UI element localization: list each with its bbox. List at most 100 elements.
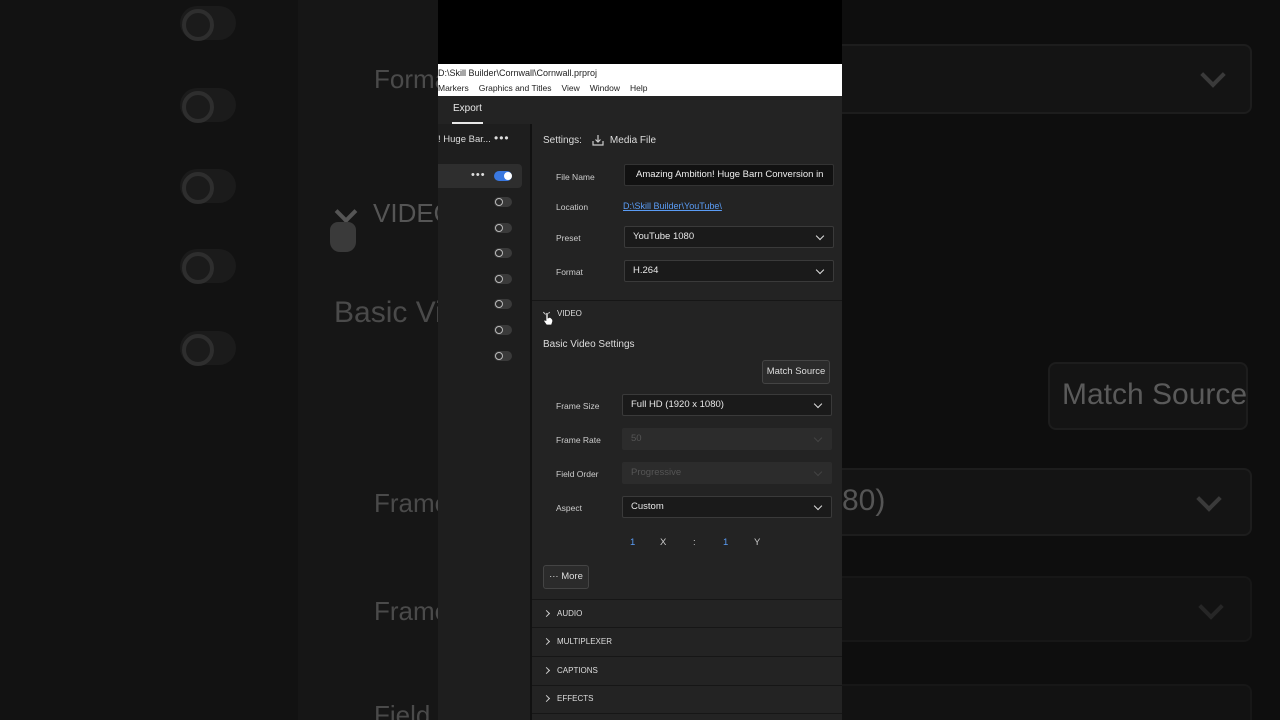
more-button[interactable]: ··· More <box>543 565 589 589</box>
queue-item-toggle[interactable] <box>494 223 512 233</box>
section-multiplexer-header[interactable]: MULTIPLEXER <box>542 637 612 646</box>
preset-label: Preset <box>556 233 581 243</box>
tab-export[interactable]: Export <box>452 96 483 124</box>
menu-bar: Markers Graphics and Titles View Window … <box>438 82 842 96</box>
background-right: Match Source 80) <box>842 0 1280 720</box>
hand-cursor-icon <box>543 312 554 326</box>
chevron-down-icon <box>815 231 825 241</box>
chevron-down-icon <box>813 399 823 409</box>
frame-size-label: Frame Size <box>556 401 600 411</box>
frame-size-dropdown[interactable]: Full HD (1920 x 1080) <box>622 394 832 416</box>
format-label: Format <box>556 267 583 277</box>
section-video-label: VIDEO <box>557 309 582 318</box>
chevron-down-icon <box>815 265 825 275</box>
menu-help[interactable]: Help <box>630 82 647 96</box>
queue-item-selected[interactable]: ••• <box>438 164 522 188</box>
queue-item-toggle[interactable] <box>494 325 512 335</box>
chevron-right-icon <box>542 637 551 646</box>
settings-header: Settings: Media File <box>543 134 656 146</box>
section-divider <box>532 713 842 714</box>
export-queue-pane: ! Huge Bar... ••• ••• <box>438 124 530 720</box>
file-name-label: File Name <box>556 172 595 182</box>
background-frame-text: Frame <box>374 596 438 626</box>
chevron-down-icon <box>813 501 823 511</box>
background-toggle-icon <box>180 331 236 366</box>
preset-dropdown[interactable]: YouTube 1080 <box>624 226 834 248</box>
chevron-right-icon <box>542 666 551 675</box>
chevron-right-icon <box>542 694 551 703</box>
location-label: Location <box>556 202 589 212</box>
settings-target[interactable]: Media File <box>610 135 656 146</box>
field-order-label: Field Order <box>556 469 599 479</box>
aspect-y-value[interactable]: 1 <box>723 537 728 548</box>
aspect-x-value[interactable]: 1 <box>630 537 635 548</box>
aspect-y-label: Y <box>754 537 761 548</box>
section-divider <box>532 599 842 600</box>
file-name-input[interactable]: Amazing Ambition! Huge Barn Conversion i… <box>624 164 834 186</box>
background-dropdown <box>842 576 1252 642</box>
background-video-text: VIDEO <box>373 198 438 228</box>
queue-item-toggle[interactable] <box>494 351 512 361</box>
aspect-label: Aspect <box>556 503 582 513</box>
section-effects-label: EFFECTS <box>557 694 594 703</box>
background-field-text: Field O <box>374 700 438 720</box>
background-format-text: Format <box>374 64 438 94</box>
chevron-right-icon <box>542 609 551 618</box>
basic-video-settings-heading: Basic Video Settings <box>543 339 635 350</box>
workspace-tab-bar: Export <box>438 96 842 124</box>
section-divider <box>532 656 842 657</box>
frame-rate-value: 50 <box>631 433 642 444</box>
queue-more-icon[interactable]: ••• <box>494 131 510 145</box>
background-toggle-icon <box>180 169 236 204</box>
field-order-dropdown: Progressive <box>622 462 832 484</box>
field-order-value: Progressive <box>631 467 682 478</box>
queue-item-toggle[interactable] <box>494 248 512 258</box>
menu-view[interactable]: View <box>561 82 579 96</box>
window-title: D:\Skill Builder\Cornwall\Cornwall.prpro… <box>438 64 842 82</box>
chevron-down-icon <box>813 467 823 477</box>
background-frame-size-text: 80) <box>842 484 886 517</box>
location-link[interactable]: D:\Skill Builder\YouTube\ <box>623 201 722 211</box>
section-captions-label: CAPTIONS <box>557 666 598 675</box>
section-multiplexer-label: MULTIPLEXER <box>557 637 612 646</box>
background-hand-cursor-icon <box>330 222 356 252</box>
section-audio-header[interactable]: AUDIO <box>542 609 583 618</box>
aspect-dropdown[interactable]: Custom <box>622 496 832 518</box>
queue-item-toggle[interactable] <box>494 274 512 284</box>
section-divider <box>532 627 842 628</box>
queue-item-toggle[interactable] <box>494 299 512 309</box>
frame-rate-dropdown: 50 <box>622 428 832 450</box>
menu-graphics-and-titles[interactable]: Graphics and Titles <box>479 82 552 96</box>
menu-window[interactable]: Window <box>590 82 620 96</box>
section-audio-label: AUDIO <box>557 609 583 618</box>
export-settings-pane: Settings: Media File File Name Amazing A… <box>532 124 842 720</box>
match-source-button[interactable]: Match Source <box>762 360 830 384</box>
frame-size-value: Full HD (1920 x 1080) <box>631 399 724 410</box>
format-value: H.264 <box>633 265 659 276</box>
menu-markers[interactable]: Markers <box>438 82 469 96</box>
background-dropdown <box>842 44 1252 114</box>
background-dropdown <box>842 684 1252 720</box>
section-divider <box>532 300 842 301</box>
aspect-value: Custom <box>631 501 664 512</box>
frame-rate-label: Frame Rate <box>556 435 601 445</box>
background-left-strip <box>0 0 298 720</box>
background-left: Format VIDEO Basic Vid Frame Frame Field… <box>0 0 438 720</box>
preset-value: YouTube 1080 <box>633 231 695 242</box>
section-effects-header[interactable]: EFFECTS <box>542 694 594 703</box>
format-dropdown[interactable]: H.264 <box>624 260 834 282</box>
background-toggle-icon <box>180 6 236 41</box>
background-dropdown <box>842 468 1252 536</box>
background-basic-text: Basic Vid <box>334 296 438 329</box>
settings-label: Settings: <box>543 134 582 146</box>
queue-title: ! Huge Bar... <box>438 134 491 145</box>
section-captions-header[interactable]: CAPTIONS <box>542 666 598 675</box>
screen: Format VIDEO Basic Vid Frame Frame Field… <box>0 0 1280 720</box>
download-icon <box>592 135 604 146</box>
section-divider <box>532 685 842 686</box>
aspect-x-label: X <box>660 537 667 548</box>
queue-item-toggle[interactable] <box>494 197 512 207</box>
queue-item-more-icon[interactable]: ••• <box>471 169 486 181</box>
background-match-source-text: Match Source <box>1062 378 1248 411</box>
queue-item-toggle[interactable] <box>494 171 512 181</box>
